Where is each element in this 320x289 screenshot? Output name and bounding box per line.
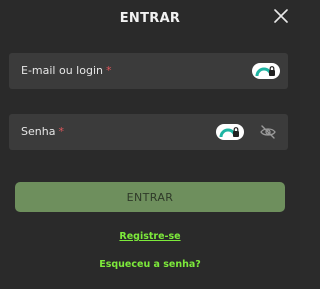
email-field[interactable]: E-mail ou login *: [9, 53, 292, 91]
password-manager-icon[interactable]: [252, 63, 280, 79]
eye-off-icon[interactable]: [260, 125, 276, 139]
email-label: E-mail ou login *: [21, 64, 112, 77]
password-manager-glyph: [219, 127, 239, 138]
modal-title: ENTRAR: [119, 10, 181, 26]
password-field[interactable]: Senha *: [9, 114, 292, 152]
login-modal: ENTRAR E-mail ou login * Senha * ENTRAR …: [0, 0, 300, 289]
password-manager-glyph: [255, 66, 275, 77]
register-link[interactable]: Registre-se: [0, 231, 300, 242]
required-mark: *: [58, 125, 64, 138]
close-icon[interactable]: [274, 9, 288, 23]
required-mark: *: [105, 64, 112, 77]
login-submit-button[interactable]: ENTRAR: [15, 182, 285, 212]
password-manager-icon[interactable]: [216, 124, 244, 140]
password-label: Senha *: [21, 125, 64, 138]
forgot-password-link[interactable]: Esqueceu a senha?: [0, 259, 300, 270]
modal-header: ENTRAR: [0, 0, 300, 36]
